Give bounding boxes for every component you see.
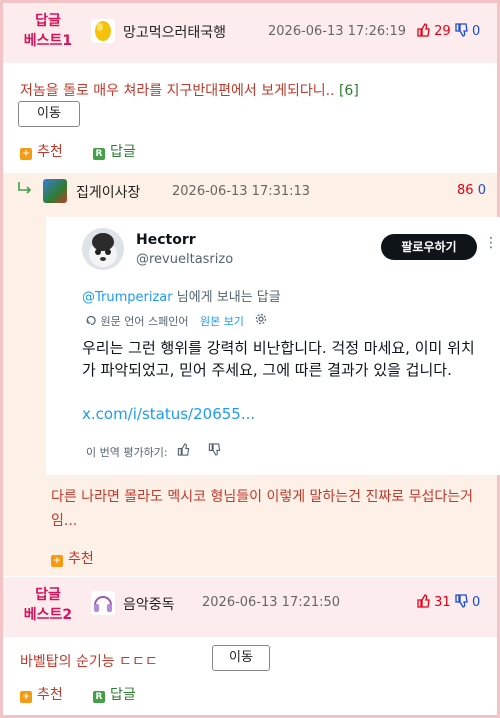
best-comment-2-header: 답글 베스트2 음악중독 2026-06-13 17:21:50 31 0 [3,577,497,637]
down-count: 0 [477,183,486,198]
comment-text: 다른 나라면 몰라도 멕시코 형님들이 이렇게 말하는건 진짜로 무섭다는거임.… [51,489,473,529]
recommend-button[interactable]: + 추천 [20,684,63,704]
headphones-avatar-icon[interactable] [91,591,115,615]
comment-text: 바벨탑의 순기능 ㄷㄷㄷ [20,654,158,670]
thumbs-down-icon[interactable] [455,23,468,41]
tweet-link: x.com/i/status/20655... [82,405,256,423]
thumbs-up-icon[interactable] [417,594,430,612]
best-tag: 답글 베스트1 [23,13,73,49]
embedded-tweet-image[interactable]: Hectorr @revueltasrizo 팔로우하기 ⋮ @Trumperi… [46,217,500,475]
more-icon: ⋮ [484,235,498,251]
translate-icon [86,315,101,328]
timestamp: 2026-06-13 17:21:50 [202,595,341,610]
comment-list: 답글 베스트1 망고먹으러태국행 2026-06-13 17:26:19 29 … [0,0,500,718]
thumbs-down-icon[interactable] [455,594,468,612]
comment-text: 저놈을 돌로 매우 쳐라를 지구반대편에서 보게되다니.. [6] [20,83,359,99]
sub-reply: 집게이사장 2026-06-13 17:31:13 86 0 Hectorr @… [3,173,500,576]
thumbs-down-icon [208,443,221,459]
up-count: 31 [434,595,451,610]
best-tag: 답글 베스트2 [23,587,73,623]
plus-icon: + [20,691,32,703]
move-button[interactable]: 이동 [18,101,80,127]
up-count: 29 [434,24,451,39]
thumbs-up-icon[interactable] [417,23,430,41]
timestamp: 2026-06-13 17:26:19 [268,24,407,39]
vote-counts: 29 0 [417,23,480,41]
author-name[interactable]: 망고먹으러태국행 [123,22,226,42]
reply-icon: R [93,691,105,703]
mango-avatar-icon[interactable] [91,19,115,43]
down-count: 0 [471,595,481,610]
settings-gear-icon [255,313,267,328]
author-name[interactable]: 집게이사장 [76,182,140,202]
plus-icon: + [51,555,63,567]
reply-button[interactable]: R 답글 [93,141,136,161]
recommend-button[interactable]: + 추천 [20,141,63,161]
tweet-author-name: Hectorr [136,232,196,248]
follow-button: 팔로우하기 [381,234,477,260]
reply-arrow-icon [17,181,33,199]
thumbs-up-icon [177,443,194,459]
vote-counts: 31 0 [417,594,480,612]
author-name[interactable]: 음악중독 [123,594,175,614]
reply-button[interactable]: R 답글 [93,684,136,704]
timestamp: 2026-06-13 17:31:13 [172,184,311,199]
up-count: 86 [457,183,474,198]
tweet-body: 우리는 그런 행위를 강력히 비난합니다. 걱정 마세요, 이미 위치가 파악되… [82,339,475,379]
vote-counts: 86 0 [457,183,486,198]
user-avatar-icon[interactable] [43,179,67,203]
tweet-reply-to: @Trumperizar 님에게 보내는 답글 [82,290,281,305]
tweet-translation-info: 원문 언어 스페인어 원본 보기 [86,313,267,329]
tweet-avatar-icon [82,228,124,270]
recommend-button[interactable]: + 추천 [51,548,94,568]
down-count: 0 [471,24,481,39]
tweet-author-handle: @revueltasrizo [136,252,234,267]
move-button[interactable]: 이동 [212,645,270,671]
rate-translation: 이 번역 평가하기: [86,443,221,460]
best-comment-1-header: 답글 베스트1 망고먹으러태국행 2026-06-13 17:26:19 29 … [3,3,497,63]
reply-icon: R [93,148,105,160]
reply-count[interactable]: [6] [339,83,359,99]
plus-icon: + [20,148,32,160]
